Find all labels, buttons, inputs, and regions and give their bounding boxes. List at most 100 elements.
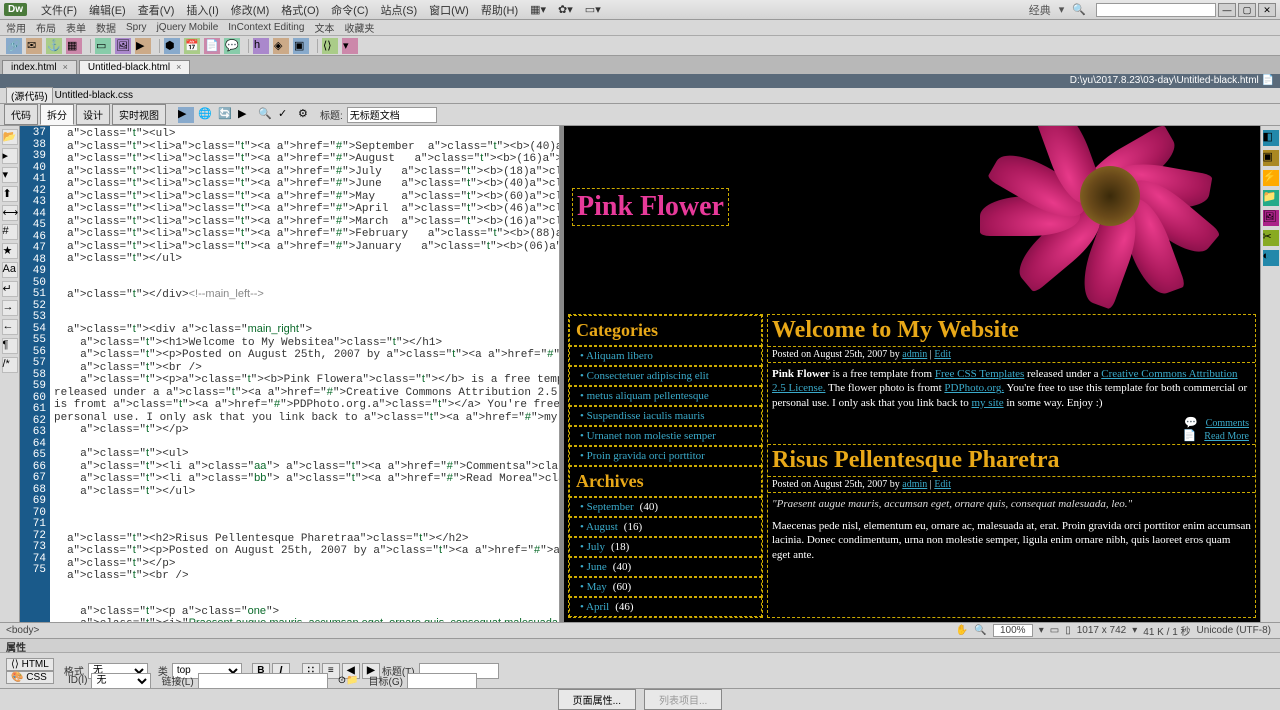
workspace-label[interactable]: 经典: [1029, 2, 1051, 18]
icon-anchor[interactable]: ⚓: [46, 38, 62, 54]
line-num-icon[interactable]: #: [2, 224, 18, 240]
nav-icon[interactable]: ▶: [238, 107, 254, 123]
admin-link[interactable]: admin: [902, 479, 927, 490]
archive-item[interactable]: June(40): [569, 557, 762, 577]
tab-untitled-black[interactable]: Untitled-black.html×: [79, 60, 191, 74]
id-select[interactable]: 无: [91, 673, 151, 689]
indent-icon[interactable]: →: [2, 300, 18, 316]
menu-help[interactable]: 帮助(H): [481, 2, 518, 18]
workspace-drop-icon[interactable]: ▾: [1059, 3, 1065, 16]
ap-panel-icon[interactable]: ▣: [1263, 150, 1279, 166]
view-design[interactable]: 设计: [76, 104, 110, 125]
tb-common[interactable]: 常用: [6, 20, 26, 35]
balance-icon[interactable]: ⟷: [2, 205, 18, 221]
view-live[interactable]: 实时视图: [112, 104, 166, 125]
format-icon[interactable]: ¶: [2, 338, 18, 354]
category-item[interactable]: Aliquam libero: [569, 346, 762, 366]
options-icon[interactable]: ⚙: [298, 107, 314, 123]
tb-fav[interactable]: 收藏夹: [344, 20, 374, 35]
hand-tool-icon[interactable]: ✋: [956, 625, 968, 636]
list-items-button[interactable]: 列表项目...: [644, 689, 722, 710]
icon-image[interactable]: 🖼: [115, 38, 131, 54]
title-input[interactable]: [347, 107, 437, 123]
icon-widget[interactable]: ⬢: [164, 38, 180, 54]
open-docs-icon[interactable]: 📂: [2, 129, 18, 145]
bus-cat-icon[interactable]: ⚡: [1263, 170, 1279, 186]
tb-incontext[interactable]: InContext Editing: [228, 22, 304, 33]
icon-head[interactable]: h: [253, 38, 269, 54]
transitions-icon[interactable]: ◐: [1263, 250, 1279, 266]
menu-edit[interactable]: 编辑(E): [89, 2, 126, 18]
site-icon[interactable]: ▭▾: [585, 3, 601, 16]
icon-more[interactable]: ▾: [342, 38, 358, 54]
admin-link[interactable]: admin: [902, 349, 927, 360]
zoom-level[interactable]: 100%: [993, 624, 1033, 637]
globe-icon[interactable]: 🌐: [198, 107, 214, 123]
link-point-icon[interactable]: ⊙: [338, 675, 346, 686]
html-mode[interactable]: ⟨⟩ HTML: [6, 658, 54, 671]
icon-comment[interactable]: 💬: [224, 38, 240, 54]
icon-template[interactable]: ▣: [293, 38, 309, 54]
edit-link[interactable]: Edit: [934, 349, 951, 360]
source-code-btn[interactable]: (源代码): [6, 87, 53, 104]
icon-ssi[interactable]: 📄: [204, 38, 220, 54]
mysite-link[interactable]: my site: [972, 397, 1004, 409]
outdent-icon[interactable]: ←: [2, 319, 18, 335]
icon-table[interactable]: ▦: [66, 38, 82, 54]
pdphoto-link[interactable]: PDPhoto.org.: [944, 382, 1004, 394]
tag-selector[interactable]: <body>: [6, 625, 39, 636]
view-split[interactable]: 拆分: [40, 104, 74, 125]
wrap-icon[interactable]: ↵: [2, 281, 18, 297]
category-item[interactable]: Proin gravida orci porttitor: [569, 446, 762, 466]
readmore-link[interactable]: Read More: [1204, 431, 1249, 442]
category-item[interactable]: Urnanet non molestie semper: [569, 426, 762, 446]
icon-tag[interactable]: ⟨⟩: [322, 38, 338, 54]
tb-text[interactable]: 文本: [314, 20, 334, 35]
category-item[interactable]: Suspendisse iaculis mauris: [569, 406, 762, 426]
css-panel-icon[interactable]: ◧: [1263, 130, 1279, 146]
icon-script[interactable]: ◈: [273, 38, 289, 54]
tb-data[interactable]: 数据: [96, 20, 116, 35]
related-css[interactable]: Untitled-black.css: [55, 90, 133, 101]
menu-site[interactable]: 站点(S): [380, 2, 417, 18]
icon-media[interactable]: ▶: [135, 38, 151, 54]
archive-item[interactable]: September(40): [569, 497, 762, 517]
tb-spry[interactable]: Spry: [126, 22, 147, 33]
highlight-icon[interactable]: ★: [2, 243, 18, 259]
archive-item[interactable]: August(16): [569, 517, 762, 537]
menu-modify[interactable]: 修改(M): [231, 2, 270, 18]
extension-icon[interactable]: ✿▾: [558, 3, 573, 16]
edit-link[interactable]: Edit: [934, 479, 951, 490]
snippets-icon[interactable]: ✂: [1263, 230, 1279, 246]
files-panel-icon[interactable]: 📁: [1263, 190, 1279, 206]
close-icon[interactable]: ×: [63, 62, 68, 72]
select-parent-icon[interactable]: ⬆: [2, 186, 18, 202]
menu-view[interactable]: 查看(V): [138, 2, 175, 18]
search-input[interactable]: [1096, 3, 1216, 17]
syntax-icon[interactable]: Aa: [2, 262, 18, 278]
minimize-button[interactable]: —: [1218, 3, 1236, 17]
assets-panel-icon[interactable]: 🖼: [1263, 210, 1279, 226]
refresh-icon[interactable]: 🔄: [218, 107, 234, 123]
category-item[interactable]: Consectetuer adipiscing elit: [569, 366, 762, 386]
design-preview[interactable]: Pink Flower Categories Aliquam liberoCon…: [560, 126, 1260, 622]
zoom-tool-icon[interactable]: 🔍: [974, 625, 986, 636]
maximize-button[interactable]: ▢: [1238, 3, 1256, 17]
icon-hyperlink[interactable]: 🔗: [6, 38, 22, 54]
check-icon[interactable]: ✓: [278, 107, 294, 123]
target-field[interactable]: [407, 673, 477, 689]
collapse-icon[interactable]: ▸: [2, 148, 18, 164]
live-code-icon[interactable]: ▶: [178, 107, 194, 123]
tab-index[interactable]: index.html×: [2, 60, 77, 74]
icon-email[interactable]: ✉: [26, 38, 42, 54]
view-code[interactable]: 代码: [4, 104, 38, 125]
page-props-button[interactable]: 页面属性...: [558, 689, 636, 710]
comment-icon[interactable]: /*: [2, 357, 18, 373]
inspect-icon[interactable]: 🔍: [258, 107, 274, 123]
archive-item[interactable]: May(60): [569, 577, 762, 597]
layout-icon[interactable]: ▦▾: [530, 3, 546, 16]
size-icon[interactable]: ▭: [1050, 625, 1059, 636]
tb-jquery[interactable]: jQuery Mobile: [157, 22, 219, 33]
tb-layout[interactable]: 布局: [36, 20, 56, 35]
icon-date[interactable]: 📅: [184, 38, 200, 54]
